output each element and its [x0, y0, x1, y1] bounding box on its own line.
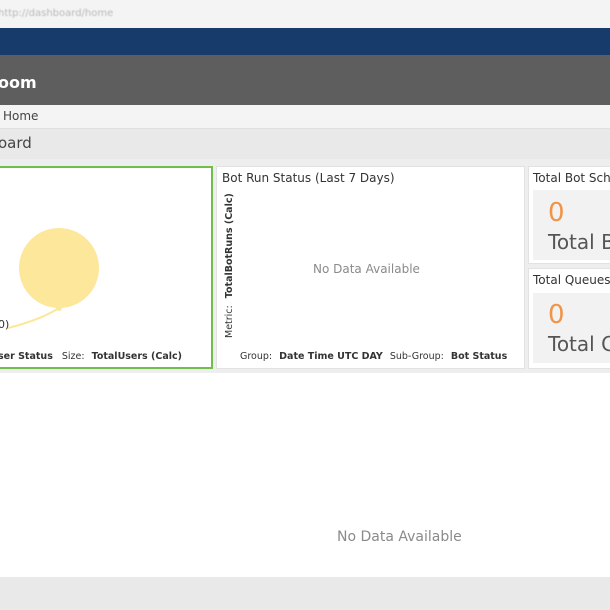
bot-run-status-title: Bot Run Status (Last 7 Days): [222, 171, 395, 185]
app-title: oom: [0, 73, 37, 92]
total-bot-sch-title: Total Bot Sch: [533, 171, 610, 185]
page-title: oard: [0, 134, 32, 152]
bubble-size-label: Size:: [61, 351, 85, 362]
metric-label: Metric:: [224, 305, 235, 338]
bubble-edge-label: 0): [0, 318, 10, 331]
bubble-legend-value: ser Status: [0, 351, 53, 362]
bubble-leader-line: [7, 307, 60, 329]
bottom-chart-panel[interactable]: [0, 373, 610, 578]
bottom-no-data: No Data Available: [337, 529, 462, 545]
total-queues-title: Total Queues: [533, 273, 610, 287]
app-title-bar: [0, 55, 610, 105]
bubble-footer: ser Status Size: TotalUsers (Calc): [0, 351, 182, 362]
browser-url-text[interactable]: http://dashboard/home: [0, 8, 113, 19]
group-value: Date Time UTC DAY: [279, 351, 383, 362]
subgroup-label: Sub-Group:: [389, 351, 444, 362]
page-title-bar: [0, 129, 610, 159]
total-bot-sch-value: 0: [548, 198, 565, 228]
top-nav-bar: [0, 28, 610, 55]
bubble-leader-dot: [56, 305, 62, 311]
bubble: [19, 228, 99, 308]
total-queues-label: Total C: [548, 332, 610, 356]
bubble-size-value: TotalUsers (Calc): [91, 351, 182, 362]
page-footer: [0, 577, 610, 610]
total-bot-sch-label: Total B: [548, 230, 610, 254]
breadcrumb: [0, 105, 610, 129]
subgroup-value: Bot Status: [450, 351, 508, 362]
bot-run-no-data: No Data Available: [313, 262, 420, 276]
metric-value: TotalBotRuns (Calc): [224, 193, 235, 299]
total-queues-value: 0: [548, 300, 565, 330]
bot-run-metric-axis: Metric: TotalBotRuns (Calc): [224, 193, 235, 338]
breadcrumb-home-link[interactable]: Home: [3, 109, 38, 123]
bot-run-footer: Group: Date Time UTC DAY Sub-Group: Bot …: [240, 351, 507, 362]
bubble-chart: [7, 228, 99, 329]
group-label: Group:: [240, 351, 273, 362]
